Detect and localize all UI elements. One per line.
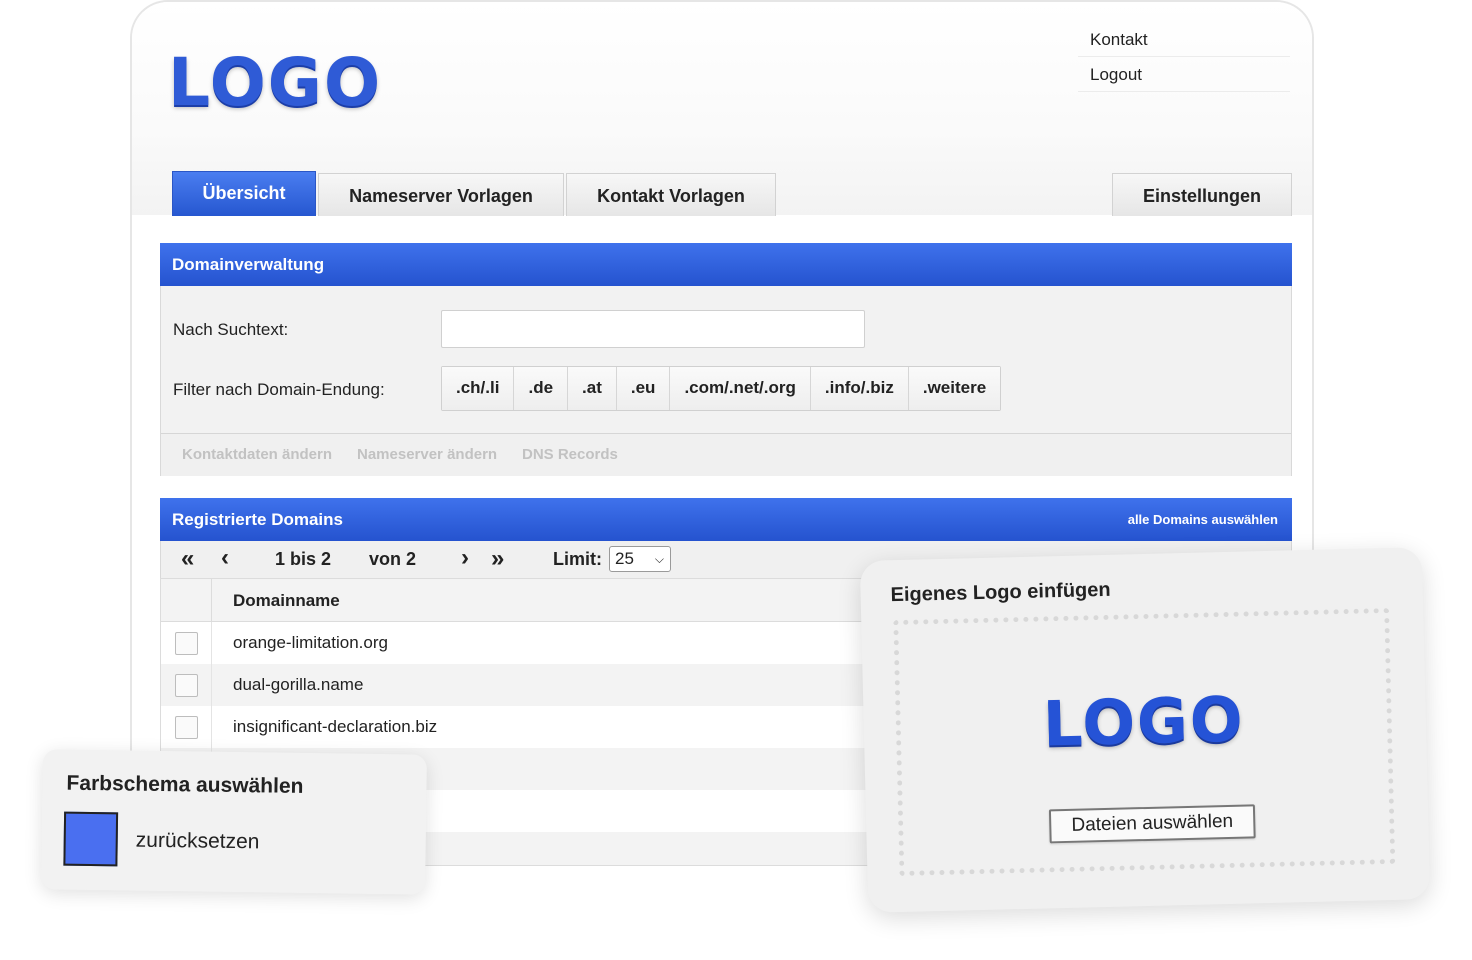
custom-logo-title: Eigenes Logo einfügen: [890, 578, 1111, 607]
search-label: Nach Suchtext:: [173, 320, 289, 339]
color-scheme-title: Farbschema auswählen: [66, 771, 304, 798]
column-domainname[interactable]: Domainname: [233, 591, 340, 611]
main-tabs: Übersicht Nameserver Vorlagen Kontakt Vo…: [132, 2, 1312, 216]
custom-logo-card: Eigenes Logo einfügen LOGO Dateien auswä…: [859, 547, 1431, 913]
limit-label: Limit:: [553, 549, 602, 569]
registered-domains-header: Registrierte Domains alle Domains auswäh…: [160, 498, 1292, 541]
domain-management-title: Domainverwaltung: [172, 255, 325, 274]
change-contact-link[interactable]: Kontaktdaten ändern: [182, 446, 332, 463]
color-swatch[interactable]: [63, 811, 119, 867]
page-range: 1 bis 2: [275, 549, 332, 569]
domain-management-panel: Nach Suchtext: Filter nach Domain-Endung…: [160, 286, 1292, 476]
search-input[interactable]: [441, 310, 865, 348]
tab-nameserver-templates[interactable]: Nameserver Vorlagen: [318, 173, 564, 216]
tab-overview[interactable]: Übersicht: [172, 171, 316, 216]
logo-dropzone[interactable]: LOGO Dateien auswählen: [893, 607, 1396, 877]
change-nameserver-link[interactable]: Nameserver ändern: [357, 446, 497, 463]
limit-select[interactable]: 25 ⌵: [609, 546, 671, 572]
row-checkbox[interactable]: [175, 716, 198, 739]
filter-eu-button[interactable]: .eu: [616, 367, 671, 410]
choose-files-button[interactable]: Dateien auswählen: [1048, 804, 1256, 844]
first-page-icon[interactable]: «: [181, 545, 194, 573]
filter-more-button[interactable]: .weitere: [908, 367, 1001, 410]
action-bar: Kontaktdaten ändern Nameserver ändern DN…: [161, 433, 1291, 476]
last-page-icon[interactable]: »: [491, 545, 504, 573]
color-scheme-card: Farbschema auswählen zurücksetzen: [41, 749, 427, 895]
domain-name: insignificant-declaration.biz: [233, 717, 438, 736]
limit-value: 25: [615, 549, 634, 568]
reset-color-link[interactable]: zurücksetzen: [136, 829, 260, 855]
select-all-link[interactable]: alle Domains auswählen: [1128, 498, 1278, 541]
next-page-icon[interactable]: ›: [461, 544, 469, 572]
domain-name: dual-gorilla.name: [233, 675, 364, 694]
tab-contact-templates[interactable]: Kontakt Vorlagen: [566, 173, 776, 216]
filter-info-biz-button[interactable]: .info/.biz: [810, 367, 909, 410]
page-total: von 2: [369, 549, 417, 569]
prev-page-icon[interactable]: ‹: [221, 544, 229, 572]
tld-filter-group: .ch/.li .de .at .eu .com/.net/.org .info…: [441, 366, 1002, 411]
row-checkbox[interactable]: [175, 674, 198, 697]
filter-com-net-org-button[interactable]: .com/.net/.org: [670, 367, 811, 410]
tab-settings[interactable]: Einstellungen: [1112, 173, 1292, 216]
filter-at-button[interactable]: .at: [568, 367, 617, 410]
filter-de-button[interactable]: .de: [514, 367, 569, 410]
filter-ch-li-button[interactable]: .ch/.li: [442, 367, 515, 410]
dns-records-link[interactable]: DNS Records: [522, 446, 618, 463]
registered-domains-title: Registrierte Domains: [172, 510, 343, 529]
filter-label: Filter nach Domain-Endung:: [173, 380, 385, 399]
chevron-down-icon: ⌵: [654, 552, 664, 566]
domain-name: orange-limitation.org: [233, 633, 388, 652]
row-checkbox[interactable]: [175, 632, 198, 655]
domain-management-header: Domainverwaltung: [160, 243, 1292, 286]
logo-preview: LOGO: [1042, 682, 1246, 761]
